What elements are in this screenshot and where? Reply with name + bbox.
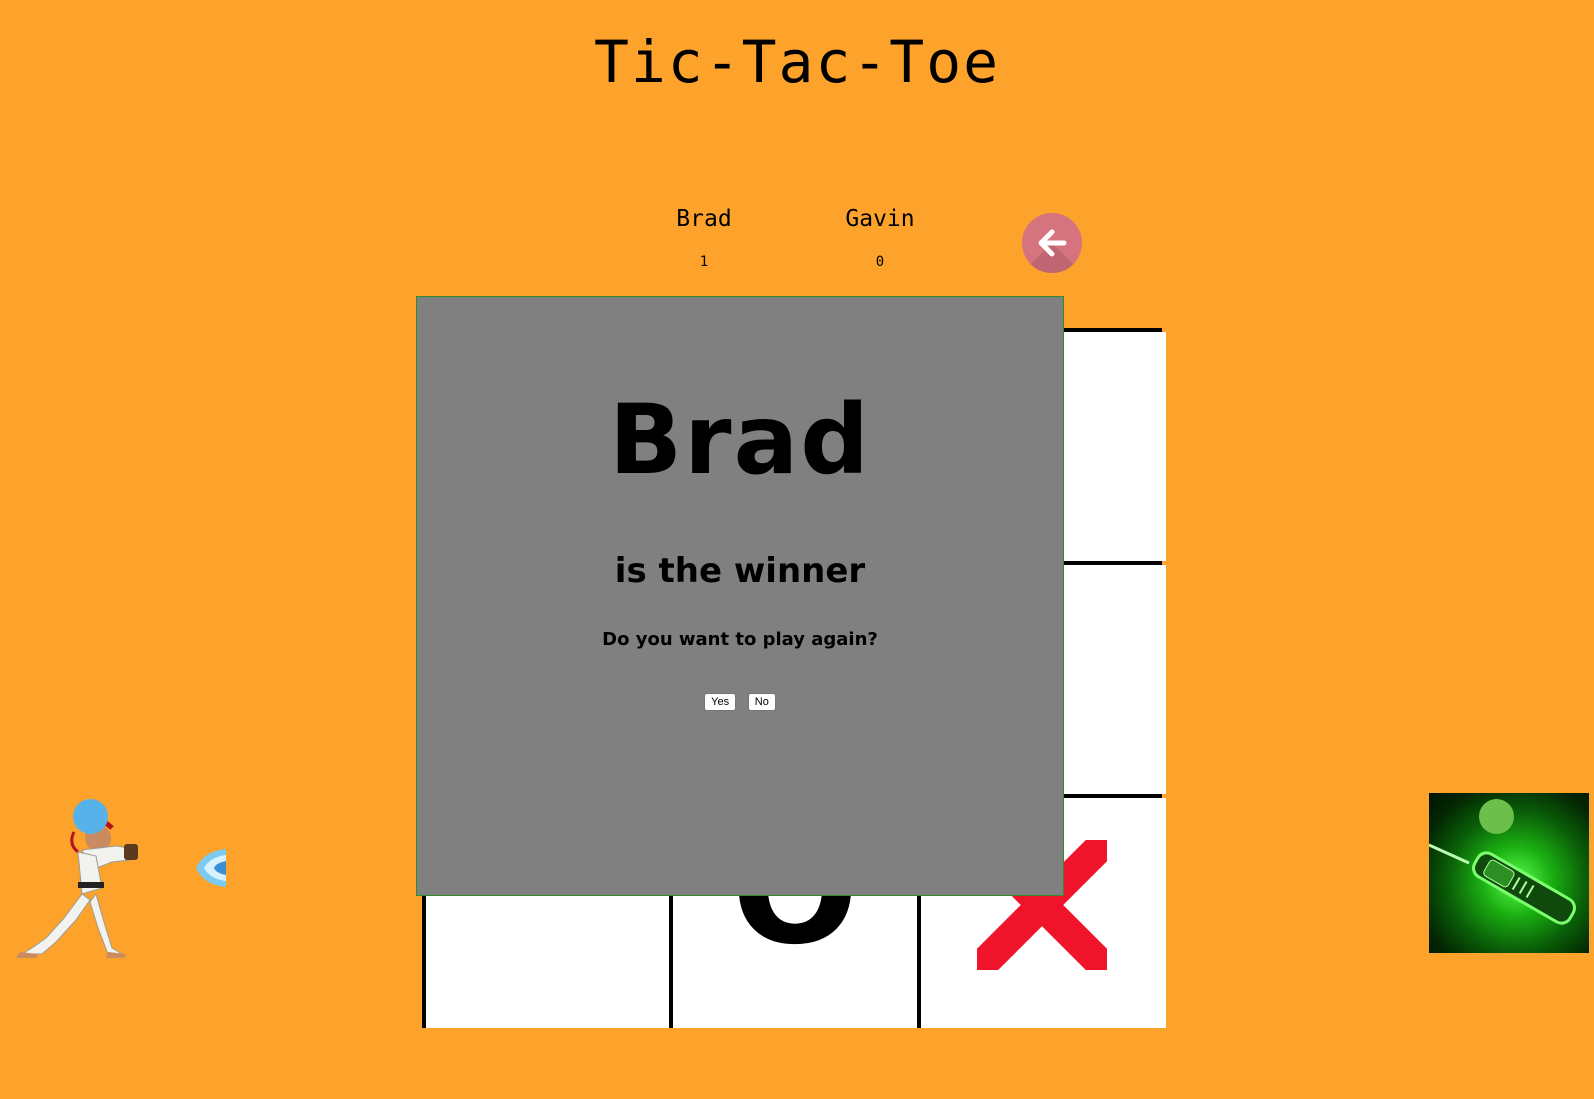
fireball-icon xyxy=(196,849,226,887)
arrow-left-icon xyxy=(1038,229,1067,257)
back-button[interactable] xyxy=(1022,213,1082,273)
winner-message: is the winner xyxy=(614,551,866,591)
modal-buttons: Yes No xyxy=(417,690,1063,711)
player-1-name: Brad xyxy=(676,206,732,232)
player-2-indicator xyxy=(1479,799,1514,834)
no-button[interactable]: No xyxy=(747,693,776,711)
winner-name: Brad xyxy=(608,384,871,496)
player-2-score: 0 xyxy=(875,254,885,270)
player-1-indicator xyxy=(73,799,108,834)
page-title: Tic-Tac-Toe xyxy=(593,28,1001,96)
winner-modal: Brad is the winner Do you want to play a… xyxy=(416,296,1064,896)
player-1-panel: Brad 1 xyxy=(644,206,764,270)
player-2-panel: Gavin 0 xyxy=(820,206,940,270)
yes-button[interactable]: Yes xyxy=(704,693,737,711)
player-2-name: Gavin xyxy=(845,206,915,232)
play-again-prompt: Do you want to play again? xyxy=(602,629,878,650)
player-1-score: 1 xyxy=(699,254,709,270)
